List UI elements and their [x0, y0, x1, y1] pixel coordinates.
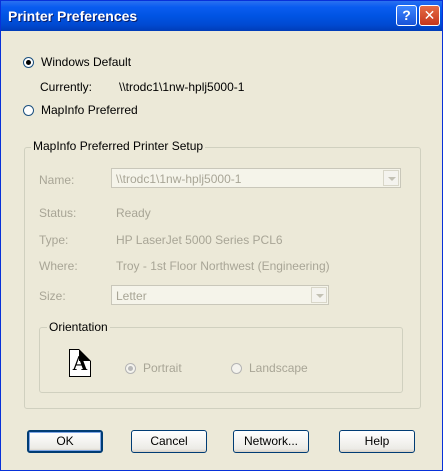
- title-bar[interactable]: Printer Preferences ? ✕: [1, 1, 442, 31]
- landscape-radio[interactable]: [231, 363, 242, 374]
- currently-value: \\trodc1\1nw-hplj5000-1: [119, 80, 245, 94]
- network-button[interactable]: Network...: [233, 430, 309, 453]
- name-label: Name:: [39, 173, 75, 187]
- help-button[interactable]: Help: [339, 430, 415, 453]
- size-label: Size:: [39, 289, 66, 303]
- landscape-label[interactable]: Landscape: [249, 361, 308, 375]
- chevron-down-icon[interactable]: [311, 287, 327, 303]
- printer-preferences-dialog: Printer Preferences ? ✕ Windows Default …: [0, 0, 443, 471]
- status-label: Status:: [39, 206, 77, 220]
- status-value: Ready: [116, 206, 151, 220]
- printer-name-select[interactable]: \\trodc1\1nw-hplj5000-1: [111, 168, 401, 188]
- mapinfo-preferred-radio[interactable]: [23, 105, 34, 116]
- windows-default-radio[interactable]: [23, 57, 34, 68]
- paper-size-select[interactable]: Letter: [111, 285, 329, 305]
- portrait-page-icon: A: [69, 349, 91, 377]
- close-icon[interactable]: ✕: [419, 5, 440, 26]
- ok-button[interactable]: OK: [27, 430, 103, 453]
- portrait-radio[interactable]: [125, 363, 136, 374]
- mapinfo-preferred-label[interactable]: MapInfo Preferred: [41, 103, 138, 117]
- page-icon-letter: A: [72, 351, 88, 375]
- orientation-group-title: Orientation: [47, 320, 110, 334]
- printer-setup-group-title: MapInfo Preferred Printer Setup: [31, 139, 206, 153]
- portrait-label[interactable]: Portrait: [143, 361, 182, 375]
- type-label: Type:: [39, 233, 69, 247]
- printer-name-value: \\trodc1\1nw-hplj5000-1: [116, 172, 242, 186]
- window-title: Printer Preferences: [8, 8, 138, 24]
- windows-default-label[interactable]: Windows Default: [41, 55, 131, 69]
- orientation-group: [39, 327, 403, 393]
- chevron-down-icon[interactable]: [383, 170, 399, 186]
- currently-label: Currently:: [40, 80, 93, 94]
- paper-size-value: Letter: [116, 289, 147, 303]
- type-value: HP LaserJet 5000 Series PCL6: [116, 233, 283, 247]
- cancel-button[interactable]: Cancel: [131, 430, 207, 453]
- help-icon[interactable]: ?: [396, 5, 417, 26]
- where-value: Troy - 1st Floor Northwest (Engineering): [116, 259, 330, 273]
- where-label: Where:: [39, 259, 78, 273]
